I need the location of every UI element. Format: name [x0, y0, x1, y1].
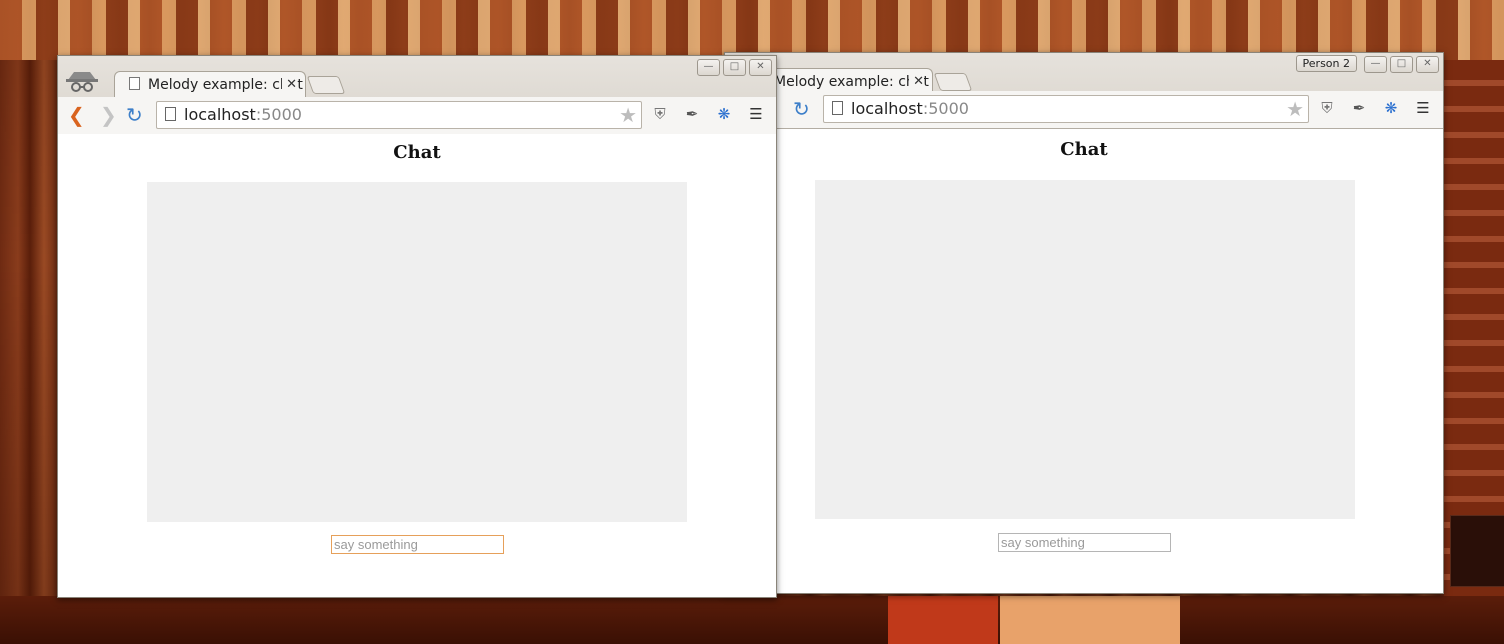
profile-badge[interactable]: Person 2: [1295, 55, 1357, 72]
url-host: localhost: [184, 105, 256, 124]
url-host: localhost: [851, 99, 923, 118]
network-extension-icon[interactable]: ❋: [1381, 98, 1401, 118]
reload-icon[interactable]: ↻: [793, 99, 810, 119]
hamburger-menu-icon[interactable]: ☰: [746, 104, 766, 124]
tab-active[interactable]: Melody example: chat ✕: [114, 71, 306, 98]
background-wall-top: [0, 0, 1504, 60]
chat-messages-area: [147, 182, 687, 522]
page-icon: [832, 101, 843, 115]
reload-icon[interactable]: ↻: [126, 105, 143, 125]
maximize-button[interactable]: □: [723, 59, 746, 76]
maximize-button[interactable]: □: [1390, 56, 1413, 73]
address-bar[interactable]: localhost:5000 ★: [823, 95, 1309, 123]
tab-title: Melody example: chat: [774, 74, 929, 90]
chat-message-input[interactable]: [998, 533, 1171, 552]
window-controls: — □ ✕: [1364, 56, 1439, 73]
url-port: :5000: [922, 99, 969, 118]
tab-title: Melody example: chat: [148, 77, 303, 93]
close-window-button[interactable]: ✕: [749, 59, 772, 76]
page-content: Chat: [725, 129, 1443, 593]
background-console: [1450, 515, 1504, 587]
background-red-panel: [888, 596, 998, 644]
new-tab-button[interactable]: [306, 76, 346, 94]
minimize-button[interactable]: —: [1364, 56, 1387, 73]
page-title: Chat: [1060, 139, 1108, 160]
address-bar[interactable]: localhost:5000 ★: [156, 101, 642, 129]
hamburger-menu-icon[interactable]: ☰: [1413, 98, 1433, 118]
chat-message-input[interactable]: [331, 535, 504, 554]
minimize-button[interactable]: —: [697, 59, 720, 76]
ublock-shield-icon[interactable]: ⛨: [650, 104, 670, 124]
url-port: :5000: [255, 105, 302, 124]
network-extension-icon[interactable]: ❋: [714, 104, 734, 124]
page-title: Chat: [393, 142, 441, 163]
toolbar: ↻ localhost:5000 ★ ⛨ ✒ ❋ ☰: [725, 91, 1443, 128]
page-icon: [165, 107, 176, 121]
window-chrome: Person 2 — □ ✕ Melody example: chat ✕ ↻ …: [725, 53, 1443, 129]
page-content: Chat: [58, 134, 776, 597]
star-icon[interactable]: ★: [1286, 96, 1304, 122]
window-controls: — □ ✕: [697, 59, 772, 76]
browser-window-left: — □ ✕ Melody example: chat ✕ ❮ ❯ ↻ local…: [57, 55, 777, 598]
tab-close-icon[interactable]: ✕: [282, 72, 297, 98]
eyedropper-icon[interactable]: ✒: [682, 104, 702, 124]
star-icon[interactable]: ★: [619, 102, 637, 128]
background-bright-panel: [1000, 596, 1180, 644]
ublock-shield-icon[interactable]: ⛨: [1317, 98, 1337, 118]
window-chrome: — □ ✕ Melody example: chat ✕ ❮ ❯ ↻ local…: [58, 56, 776, 135]
back-arrow-icon[interactable]: ❮: [68, 105, 85, 125]
eyedropper-icon[interactable]: ✒: [1349, 98, 1369, 118]
browser-window-right: Person 2 — □ ✕ Melody example: chat ✕ ↻ …: [724, 52, 1444, 594]
background-floor: [0, 596, 1504, 644]
toolbar: ❮ ❯ ↻ localhost:5000 ★ ⛨ ✒ ❋ ☰: [58, 97, 776, 134]
page-icon: [129, 77, 140, 90]
chat-messages-area: [815, 180, 1355, 519]
close-window-button[interactable]: ✕: [1416, 56, 1439, 73]
forward-arrow-icon[interactable]: ❯: [100, 105, 117, 125]
new-tab-button[interactable]: [933, 73, 973, 91]
incognito-icon: [66, 72, 98, 92]
